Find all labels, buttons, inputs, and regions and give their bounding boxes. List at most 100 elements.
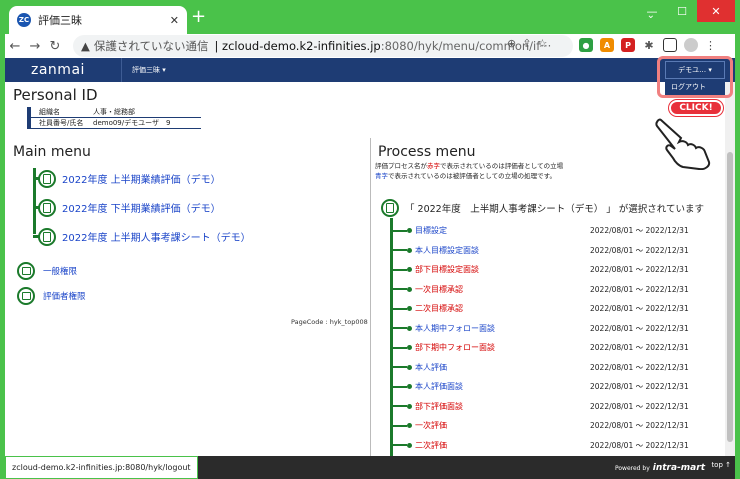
id-key: 組織名 (39, 108, 60, 116)
auth-evaluator-link[interactable]: 評価者権限 (17, 287, 86, 305)
column-divider (370, 138, 371, 456)
share-icon[interactable]: ⇪ (522, 37, 531, 50)
process-list: 目標設定 2022/08/01 ～ 2022/12/31 本人目標設定面談 2022/… (390, 221, 720, 455)
process-date: 2022/08/01 ～ 2022/12/31 (590, 265, 689, 275)
forward-icon[interactable]: → (25, 39, 45, 54)
main-menu-item[interactable]: 2022年度 下半期業績評価（デモ） (25, 193, 251, 222)
scrollbar[interactable] (725, 82, 735, 456)
process-label: 本人評価面談 (415, 382, 463, 392)
address-bar-row: ← → ↻ ▲ 保護されていない通信 | zcloud-demo.k2-infi… (5, 34, 735, 58)
process-item[interactable]: 目標設定 2022/08/01 ～ 2022/12/31 (390, 221, 720, 241)
desc-text: で表示されているのは被評価者としての立場の処理です。 (388, 172, 556, 180)
process-date: 2022/08/01 ～ 2022/12/31 (590, 401, 689, 411)
id-key: 社員番号/氏名 (39, 119, 84, 127)
highlight-box (657, 56, 733, 98)
top-link[interactable]: top ↑ (711, 461, 731, 469)
maximize-icon[interactable]: ☐ (667, 0, 697, 22)
process-date: 2022/08/01 ～ 2022/12/31 (590, 284, 689, 294)
bullet-icon (407, 325, 412, 331)
process-item[interactable]: 部下目標設定面談 2022/08/01 ～ 2022/12/31 (390, 260, 720, 280)
powered-by: Powered by intra-mart (615, 463, 705, 473)
tab-close-icon[interactable]: ✕ (170, 14, 179, 27)
tree-connector (393, 366, 407, 369)
process-description: 評価プロセス名が赤字で表示されているのは評価者としての立場 青字で表示されている… (375, 161, 563, 181)
authority-icon (17, 262, 35, 280)
auth-label: 評価者権限 (43, 292, 86, 302)
tree-connector (393, 229, 407, 232)
tree-connector (393, 444, 407, 447)
process-item[interactable]: 本人評価 2022/08/01 ～ 2022/12/31 (390, 358, 720, 378)
minimize-icon[interactable]: — (637, 0, 667, 22)
document-icon (38, 169, 56, 188)
process-menu-title: Process menu (378, 144, 476, 160)
process-item[interactable]: 二次目標承認 2022/08/01 ～ 2022/12/31 (390, 299, 720, 319)
process-label: 本人期中フォロー面談 (415, 323, 495, 333)
process-item[interactable]: 本人評価面談 2022/08/01 ～ 2022/12/31 (390, 377, 720, 397)
tab-bar: ZC 評価三昧 ✕ + ⌄ — ☐ ✕ (5, 0, 735, 34)
desc-text: 評価プロセス名が (375, 162, 427, 170)
bullet-icon (407, 364, 412, 370)
sidepanel-icon[interactable] (663, 38, 677, 52)
process-date: 2022/08/01 ～ 2022/12/31 (590, 304, 689, 314)
page-code: PageCode : hyk_top008 (291, 318, 368, 326)
desc-text: で表示されているのは評価者としての立場 (440, 162, 564, 170)
url-host: zcloud-demo.k2-infinities.jp (222, 39, 381, 53)
app-logo: zanmai (31, 62, 85, 78)
tree-connector (393, 268, 407, 271)
authority-icon (17, 287, 35, 305)
extensions-puzzle-icon[interactable]: ✱ (642, 38, 656, 52)
main-menu-label: 2022年度 上半期業績評価（デモ） (62, 175, 221, 186)
browser-window: ZC 評価三昧 ✕ + ⌄ — ☐ ✕ ← → ↻ ▲ 保護されていない通信 |… (5, 0, 735, 479)
process-date: 2022/08/01 ～ 2022/12/31 (590, 362, 689, 372)
main-menu-item[interactable]: 2022年度 上半期人事考課シート（デモ） (25, 222, 251, 251)
process-date: 2022/08/01 ～ 2022/12/31 (590, 245, 689, 255)
process-date: 2022/08/01 ～ 2022/12/31 (590, 382, 689, 392)
brand-logo: intra-mart (652, 463, 705, 473)
main-menu-label: 2022年度 下半期業績評価（デモ） (62, 204, 221, 215)
window-close-icon[interactable]: ✕ (697, 0, 735, 22)
tab-title: 評価三昧 (38, 14, 82, 27)
process-item[interactable]: 一次目標承認 2022/08/01 ～ 2022/12/31 (390, 280, 720, 300)
process-date: 2022/08/01 ～ 2022/12/31 (590, 226, 689, 236)
personal-id-table: 組織名 人事・総務部 社員番号/氏名 demo09/デモユーザ 9 (27, 107, 201, 129)
profile-avatar-icon[interactable] (684, 38, 698, 52)
process-label: 部下期中フォロー面談 (415, 343, 495, 353)
browser-menu-icon[interactable]: ⋮ (705, 39, 716, 52)
process-label: 本人目標設定面談 (415, 245, 479, 255)
main-menu-list: 2022年度 上半期業績評価（デモ） 2022年度 下半期業績評価（デモ） 20… (25, 164, 251, 251)
selected-sheet-label: 「 2022年度 上半期人事考課シート（デモ） 」 が選択されています (405, 204, 704, 215)
url-omnibox[interactable]: ▲ 保護されていない通信 | zcloud-demo.k2-infinities… (73, 35, 573, 57)
bullet-icon (407, 286, 412, 292)
tree-connector (393, 249, 407, 252)
app-switch-menu[interactable]: 評価三昧 ▾ (121, 58, 176, 82)
process-label: 二次目標承認 (415, 304, 463, 314)
reload-icon[interactable]: ↻ (45, 39, 65, 54)
extension-evernote-icon[interactable]: ● (579, 38, 593, 52)
auth-general-link[interactable]: 一般権限 (17, 262, 77, 280)
bookmark-star-icon[interactable]: ☆ (537, 37, 547, 50)
zoom-icon[interactable]: ⊕ (507, 37, 516, 50)
process-item[interactable]: 部下期中フォロー面談 2022/08/01 ～ 2022/12/31 (390, 338, 720, 358)
back-icon[interactable]: ← (5, 39, 25, 54)
auth-label: 一般権限 (43, 267, 78, 277)
scrollbar-thumb[interactable] (727, 152, 733, 442)
process-item[interactable]: 本人目標設定面談 2022/08/01 ～ 2022/12/31 (390, 241, 720, 261)
document-icon (38, 227, 56, 246)
process-item[interactable]: 本人期中フォロー面談 2022/08/01 ～ 2022/12/31 (390, 319, 720, 339)
browser-tab[interactable]: ZC 評価三昧 ✕ (9, 6, 187, 34)
bullet-icon (407, 442, 412, 448)
bullet-icon (407, 247, 412, 253)
process-item[interactable]: 二次評価 2022/08/01 ～ 2022/12/31 (390, 436, 720, 456)
id-row: 組織名 人事・総務部 (31, 107, 201, 118)
tree-connector (393, 405, 407, 408)
new-tab-icon[interactable]: + (191, 8, 206, 26)
desc-blue-text: 青字 (375, 172, 388, 180)
process-item[interactable]: 部下評価面談 2022/08/01 ～ 2022/12/31 (390, 397, 720, 417)
tree-connector (393, 424, 407, 427)
tree-connector (393, 346, 407, 349)
extension-a-icon[interactable]: A (600, 38, 614, 52)
main-menu-item[interactable]: 2022年度 上半期業績評価（デモ） (25, 164, 251, 193)
extension-pdf-icon[interactable]: P (621, 38, 635, 52)
main-menu-title: Main menu (13, 144, 91, 160)
process-item[interactable]: 一次評価 2022/08/01 ～ 2022/12/31 (390, 416, 720, 436)
